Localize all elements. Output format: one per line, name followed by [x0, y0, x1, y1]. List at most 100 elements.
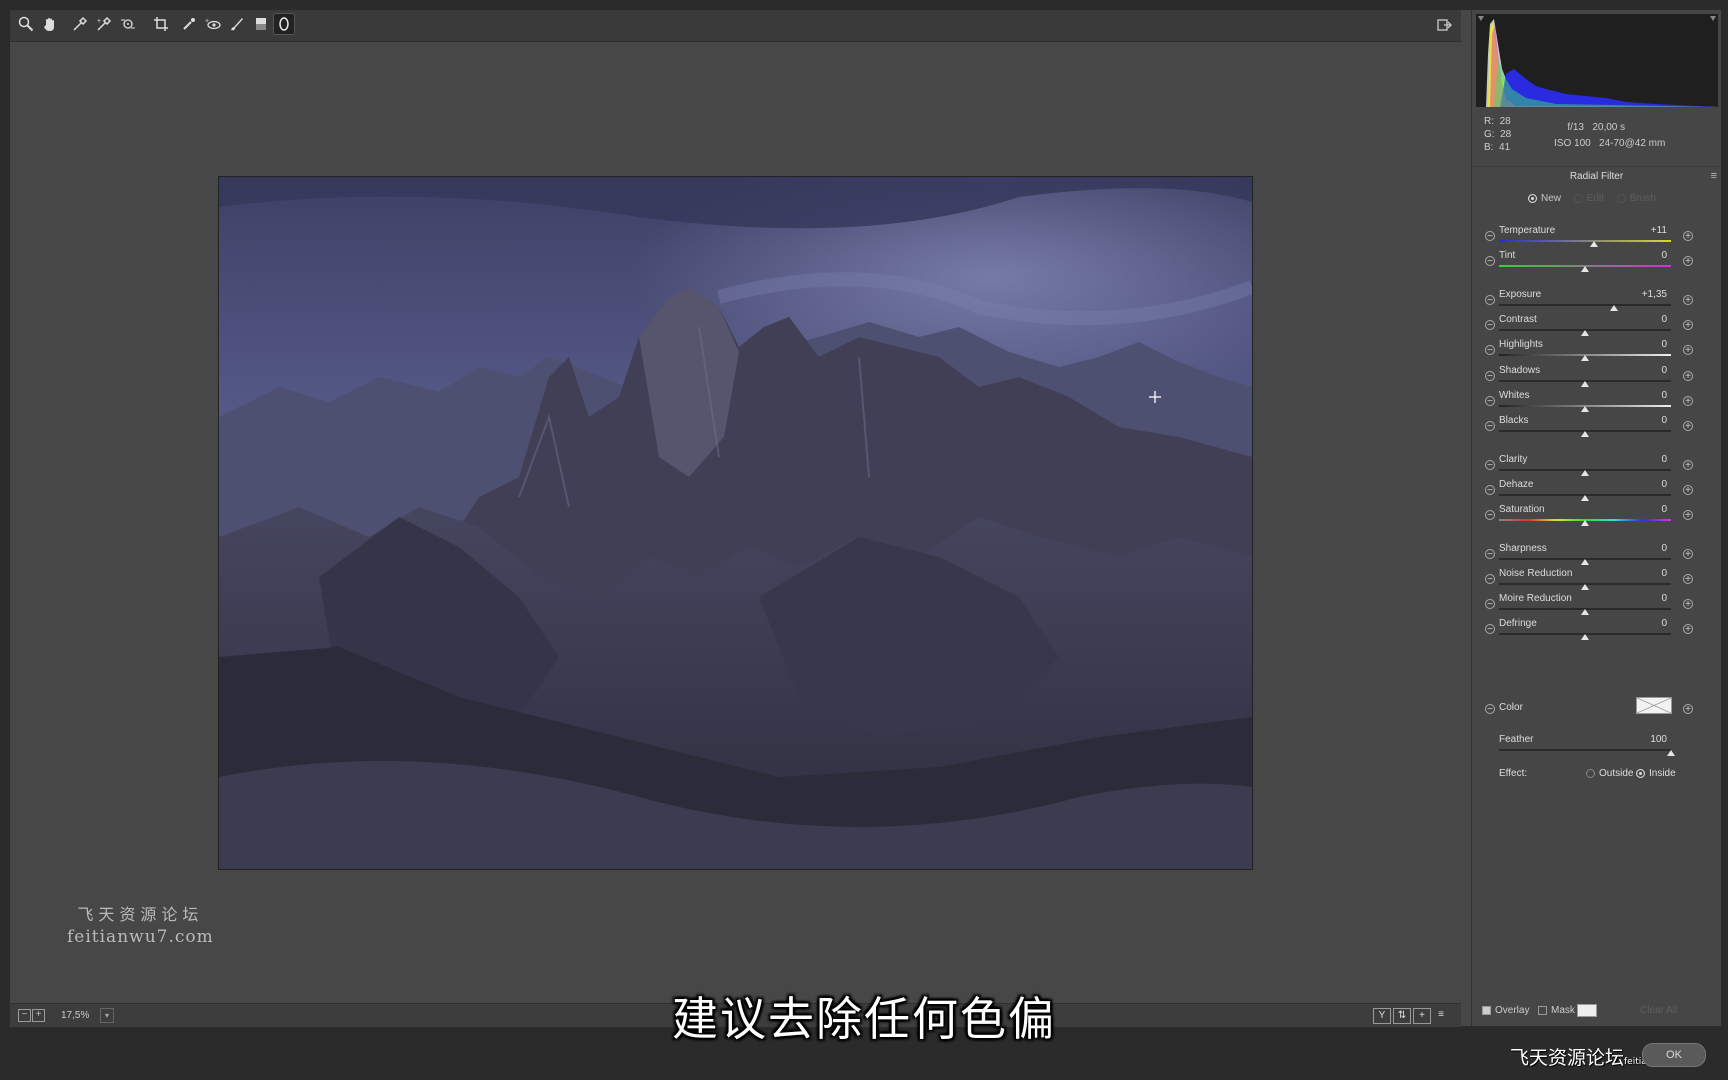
slider-track[interactable] — [1499, 240, 1671, 242]
slider-label: Dehaze — [1499, 479, 1534, 490]
plus-icon[interactable]: + — [1683, 574, 1693, 585]
svg-text:+: + — [205, 18, 209, 25]
slider-value[interactable]: 0 — [1620, 390, 1667, 401]
radial-filter-icon[interactable] — [273, 13, 295, 35]
preview-canvas[interactable]: 飞天资源论坛 feitianwu7.com — [10, 42, 1461, 1010]
white-balance-eyedropper-icon[interactable] — [69, 13, 91, 35]
slider-thumb[interactable] — [1581, 266, 1589, 272]
color-minus-icon[interactable]: − — [1485, 704, 1495, 715]
slider-value[interactable]: 0 — [1620, 568, 1667, 579]
feather-track[interactable] — [1499, 749, 1671, 751]
minus-icon[interactable]: − — [1485, 624, 1495, 635]
highlight-clipping-icon — [1710, 16, 1716, 21]
red-eye-icon[interactable]: + — [202, 13, 224, 35]
minus-icon[interactable]: − — [1485, 295, 1495, 306]
plus-icon[interactable]: + — [1683, 510, 1693, 521]
plus-icon[interactable]: + — [1683, 320, 1693, 331]
adjustment-brush-icon[interactable] — [226, 13, 248, 35]
minus-icon[interactable]: − — [1485, 345, 1495, 356]
plus-icon[interactable]: + — [1683, 231, 1693, 242]
effect-outside[interactable]: Outside — [1586, 768, 1633, 779]
plus-icon[interactable]: + — [1683, 599, 1693, 610]
slider-value[interactable]: 0 — [1620, 543, 1667, 554]
panel-menu-icon[interactable]: ≡ — [1711, 170, 1717, 182]
plus-icon[interactable]: + — [1683, 460, 1693, 471]
slider-label: Noise Reduction — [1499, 568, 1573, 579]
slider-label: Defringe — [1499, 618, 1537, 629]
minus-icon[interactable]: − — [1485, 320, 1495, 331]
slider-value[interactable]: 0 — [1620, 593, 1667, 604]
slider-whites: − Whites 0 + — [1472, 386, 1721, 412]
radio-new[interactable] — [1528, 193, 1537, 203]
plus-icon[interactable]: + — [1683, 396, 1693, 407]
slider-value[interactable]: +1,35 — [1620, 289, 1667, 300]
slider-thumb[interactable] — [1581, 520, 1589, 526]
slider-sharpness: − Sharpness 0 + — [1472, 539, 1721, 565]
minus-icon[interactable]: − — [1485, 599, 1495, 610]
slider-thumb[interactable] — [1581, 634, 1589, 640]
b-label: B: — [1484, 142, 1494, 153]
slider-label: Highlights — [1499, 339, 1543, 350]
slider-value[interactable]: 0 — [1620, 618, 1667, 629]
ok-button[interactable]: OK — [1642, 1043, 1706, 1067]
video-subtitle: 建议去除任何色偏 — [672, 992, 1056, 1046]
color-swatch[interactable] — [1636, 697, 1672, 714]
slider-label: Saturation — [1499, 504, 1545, 515]
plus-icon[interactable]: + — [1683, 485, 1693, 496]
slider-value[interactable]: 0 — [1620, 479, 1667, 490]
plus-icon[interactable]: + — [1683, 624, 1693, 635]
shutter-speed: 20,00 s — [1592, 122, 1626, 133]
slider-value[interactable]: +11 — [1620, 225, 1667, 236]
feather-thumb[interactable] — [1667, 750, 1675, 756]
spot-removal-icon[interactable] — [178, 13, 200, 35]
minus-icon[interactable]: − — [1485, 421, 1495, 432]
slider-value[interactable]: 0 — [1620, 365, 1667, 376]
minus-icon[interactable]: − — [1485, 231, 1495, 242]
slider-track[interactable] — [1499, 304, 1671, 306]
slider-value[interactable]: 0 — [1620, 454, 1667, 465]
g-value: 28 — [1500, 129, 1512, 140]
color-control: − Color + — [1472, 694, 1721, 718]
slider-label: Contrast — [1499, 314, 1537, 325]
plus-icon[interactable]: + — [1683, 421, 1693, 432]
plus-icon[interactable]: + — [1683, 345, 1693, 356]
feather-value: 100 — [1650, 734, 1667, 745]
color-row: − Color + — [1472, 694, 1721, 720]
color-plus-icon[interactable]: + — [1683, 704, 1693, 715]
slider-label: Tint — [1499, 250, 1516, 261]
minus-icon[interactable]: − — [1485, 549, 1495, 560]
minus-icon[interactable]: − — [1485, 460, 1495, 471]
color-label: Color — [1499, 702, 1523, 713]
slider-value[interactable]: 0 — [1620, 504, 1667, 515]
photo-preview[interactable] — [218, 176, 1253, 870]
radio-inside[interactable] — [1636, 768, 1645, 778]
minus-icon[interactable]: − — [1485, 371, 1495, 382]
plus-icon[interactable]: + — [1683, 256, 1693, 267]
minus-icon[interactable]: − — [1485, 256, 1495, 267]
slider-thumb[interactable] — [1581, 431, 1589, 437]
minus-icon[interactable]: − — [1485, 485, 1495, 496]
plus-icon[interactable]: + — [1683, 295, 1693, 306]
g-label: G: — [1484, 129, 1495, 140]
minus-icon[interactable]: − — [1485, 574, 1495, 585]
slider-value[interactable]: 0 — [1620, 314, 1667, 325]
lens: 24-70@42 mm — [1599, 138, 1666, 149]
crop-tool-icon[interactable] — [150, 13, 172, 35]
graduated-filter-icon[interactable] — [250, 13, 272, 35]
minus-icon[interactable]: − — [1485, 510, 1495, 521]
targeted-adjustment-icon[interactable] — [117, 13, 139, 35]
fullscreen-toggle-icon[interactable] — [1433, 14, 1455, 36]
radio-outside[interactable] — [1586, 768, 1595, 778]
color-sampler-icon[interactable]: + — [93, 13, 115, 35]
plus-icon[interactable]: + — [1683, 371, 1693, 382]
mode-new[interactable]: New — [1528, 193, 1561, 204]
minus-icon[interactable]: − — [1485, 396, 1495, 407]
effect-inside[interactable]: Inside — [1636, 768, 1676, 779]
slider-value[interactable]: 0 — [1620, 339, 1667, 350]
zoom-tool-icon[interactable] — [15, 13, 37, 35]
plus-icon[interactable]: + — [1683, 549, 1693, 560]
slider-value[interactable]: 0 — [1620, 415, 1667, 426]
hand-tool-icon[interactable] — [39, 13, 61, 35]
slider-label: Shadows — [1499, 365, 1541, 376]
slider-value[interactable]: 0 — [1620, 250, 1667, 261]
